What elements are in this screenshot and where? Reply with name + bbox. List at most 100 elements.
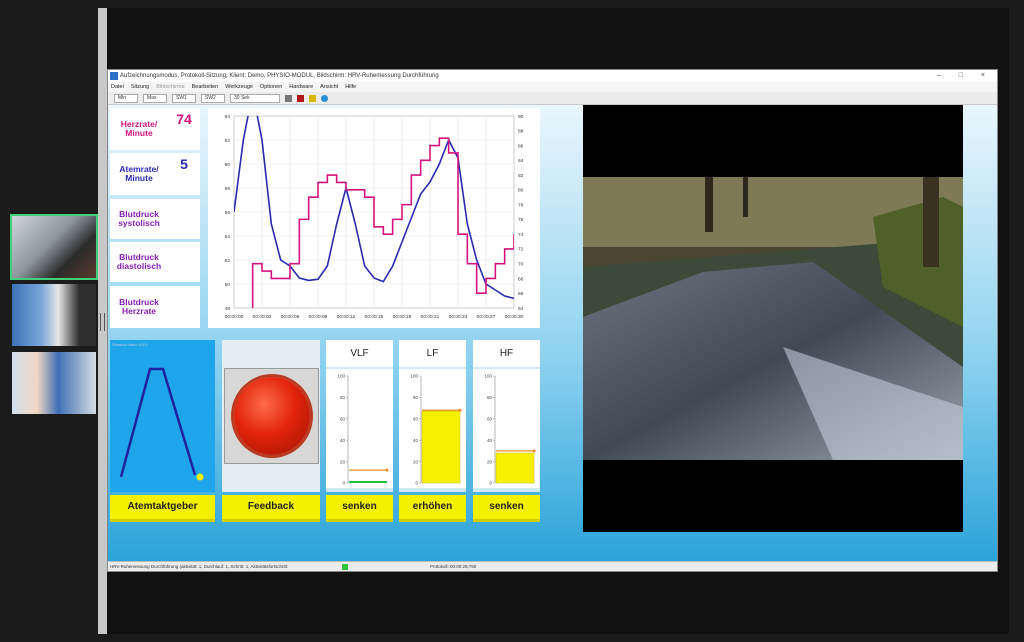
feedback-button[interactable]: Feedback (222, 495, 320, 522)
band-tick-label: 0 (415, 481, 418, 486)
band-tick-label: 100 (484, 374, 492, 379)
band-tick-label: 40 (487, 438, 493, 443)
y-right-tick-label: 74 (518, 232, 524, 238)
y-left-tick-label: 56 (225, 210, 231, 216)
band-chart: 0 20 40 60 80 100 (399, 369, 466, 488)
vital-heart-rate: Herzrate/ Minute 74 (110, 108, 202, 150)
toolbar: Min Max SW1 SW2 30 Sek (108, 92, 997, 105)
vital-label: Herzrate/ Minute (110, 108, 168, 150)
x-tick-label: 00:00:12 (337, 314, 356, 320)
band-tick-label: 80 (487, 395, 493, 400)
vital-value (168, 286, 200, 328)
menu-bearbeiten[interactable]: Bearbeiten (192, 82, 219, 92)
window-titlebar[interactable]: Aufzeichnungsmodus, Protokoll-Sitzung, K… (108, 70, 997, 82)
y-right-tick-label: 86 (518, 143, 524, 149)
y-left-tick-label: 54 (225, 234, 231, 240)
y-left-tick-label: 64 (225, 114, 231, 120)
y-left-tick-label: 50 (225, 282, 231, 288)
menu-optionen[interactable]: Optionen (260, 82, 282, 92)
band-chart: 0 20 40 60 80 100 (326, 369, 393, 488)
hf-action-button[interactable]: senken (473, 495, 540, 522)
divider-grip-icon[interactable] (100, 313, 105, 331)
y-right-tick-label: 72 (518, 247, 524, 253)
y-left-tick-label: 60 (225, 162, 231, 168)
vital-label: Atemrate/ Minute (110, 153, 168, 195)
stop-icon[interactable] (285, 94, 292, 102)
band-vlf: VLF 0 20 40 60 80 100 (326, 340, 393, 492)
y-right-tick-label: 84 (518, 158, 524, 164)
max-selector[interactable]: Max (143, 93, 167, 103)
band-tick-label: 40 (413, 438, 419, 443)
x-tick-label: 00:00:24 (449, 314, 468, 320)
biofeedback-screen: Herzrate/ Minute 74 Atemrate/ Minute 5 B… (108, 105, 997, 561)
x-tick-label: 00:00:09 (309, 314, 328, 320)
sw1-selector[interactable]: SW1 (172, 93, 196, 103)
sw2-selector[interactable]: SW2 (201, 93, 225, 103)
vlf-action-button[interactable]: senken (326, 495, 393, 522)
x-tick-label: 00:00:18 (393, 314, 412, 320)
lf-action-button[interactable]: erhöhen (399, 495, 466, 522)
y-left-tick-label: 52 (225, 258, 231, 264)
vital-breath-rate: Atemrate/ Minute 5 (110, 153, 202, 195)
vital-bp-systolic: Blutdruck systolisch (110, 199, 202, 239)
participant-video-3[interactable] (12, 352, 96, 414)
band-tick-label: 20 (487, 459, 493, 464)
y-right-tick-label: 88 (518, 129, 524, 135)
band-tick-label: 40 (340, 438, 346, 443)
breath-pacer-button[interactable]: Atemtaktgeber (110, 495, 215, 522)
feedback-panel (222, 340, 320, 492)
x-tick-label: 00:00:15 (365, 314, 384, 320)
x-tick-label: 00:00:03 (253, 314, 272, 320)
menu-bildschirme[interactable]: Bildschirme (156, 82, 184, 92)
band-title: HF (473, 340, 540, 367)
menu-datei[interactable]: Datei (111, 82, 124, 92)
status-text: HRV-Ruhemessung Durchführung (aktivität:… (110, 564, 289, 569)
panel-divider[interactable] (98, 8, 107, 634)
band-tick-label: 60 (413, 417, 419, 422)
pacer-wave (119, 367, 197, 478)
participant-video-1[interactable] (10, 214, 98, 280)
feedback-indicator (234, 377, 310, 455)
band-title: VLF (326, 340, 393, 367)
menu-hardware[interactable]: Hardware (289, 82, 313, 92)
pause-icon[interactable] (309, 94, 316, 102)
protocol-time: Protokoll: 00:00:29,750 (430, 564, 477, 569)
menu-hilfe[interactable]: Hilfe (345, 82, 356, 92)
band-title: LF (399, 340, 466, 367)
band-tick-label: 60 (487, 417, 493, 422)
participant-video-2[interactable] (12, 284, 96, 346)
timebase-selector[interactable]: 30 Sek (230, 93, 280, 103)
vital-label: Blutdruck systolisch (110, 199, 168, 239)
y-right-tick-label: 66 (518, 291, 524, 297)
menu-sitzung[interactable]: Sitzung (131, 82, 149, 92)
band-tick-label: 80 (340, 395, 346, 400)
y-left-tick-label: 62 (225, 138, 231, 144)
breath-pacer-panel: Stimulus Atem 5,5/1 (110, 340, 215, 492)
vital-bp-heart-rate: Blutdruck Herzrate (110, 286, 202, 328)
band-chart-svg: 0 20 40 60 80 100 (484, 374, 536, 486)
band-target-marker (532, 449, 536, 453)
menu-ansicht[interactable]: Ansicht (320, 82, 338, 92)
vital-value (168, 242, 200, 282)
min-selector[interactable]: Min (114, 93, 138, 103)
band-chart: 0 20 40 60 80 100 (473, 369, 540, 488)
band-chart-svg: 0 20 40 60 80 100 (337, 374, 389, 486)
menu-werkzeuge[interactable]: Werkzeuge (225, 82, 253, 92)
band-target-marker (385, 468, 389, 472)
y-right-tick-label: 78 (518, 202, 524, 208)
y-right-tick-label: 82 (518, 173, 524, 179)
participant-strip (10, 214, 98, 420)
vital-label: Blutdruck diastolisch (110, 242, 168, 282)
vital-label: Blutdruck Herzrate (110, 286, 168, 328)
pacer-dot (196, 473, 204, 481)
settings-icon[interactable] (321, 94, 328, 102)
band-tick-label: 20 (413, 459, 419, 464)
record-icon[interactable] (297, 94, 304, 102)
band-level-bar (421, 411, 461, 484)
window-controls[interactable]: – □ × (937, 70, 993, 82)
menu-bar: Datei Sitzung Bildschirme Bearbeiten Wer… (108, 82, 997, 92)
y-right-tick-label: 68 (518, 276, 524, 282)
x-tick-label: 00:00:30 (505, 314, 524, 320)
band-level-bar (495, 452, 535, 484)
band-tick-label: 0 (342, 481, 345, 486)
